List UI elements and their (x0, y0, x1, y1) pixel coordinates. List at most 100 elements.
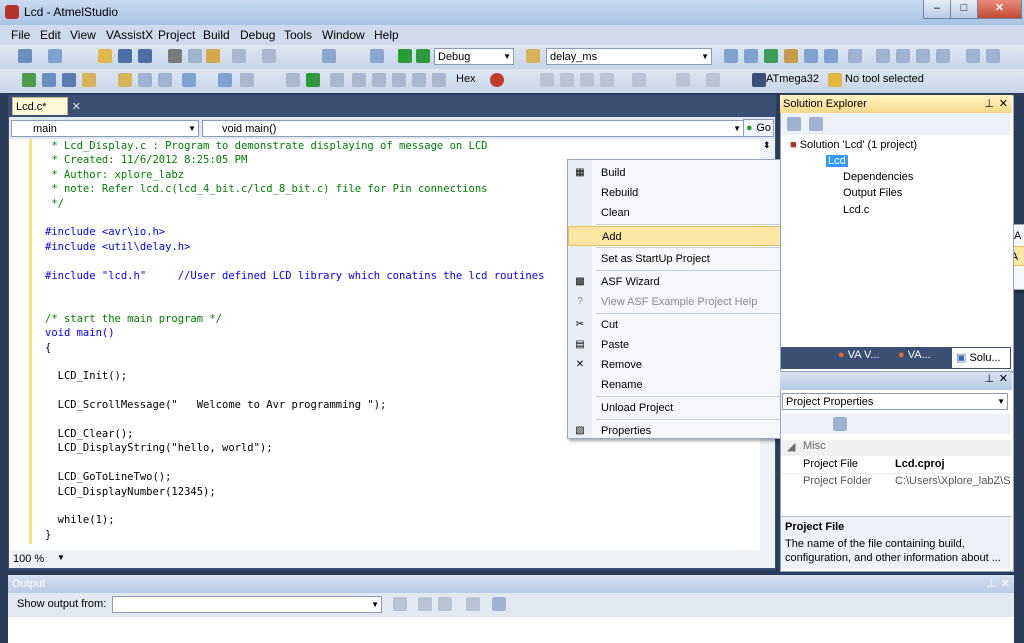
solution-node[interactable]: ■ Solution 'Lcd' (1 project) (790, 139, 917, 151)
close-panel-icon[interactable]: ✕ (999, 372, 1008, 385)
tab-solution-explorer[interactable]: ▣ Solu... (952, 348, 1010, 368)
menu-tools[interactable]: Tools (284, 28, 312, 42)
continue-icon[interactable] (306, 73, 320, 87)
close-button[interactable]: ✕ (977, 0, 1022, 19)
show-next-statement-icon[interactable] (330, 73, 344, 87)
pin-icon[interactable]: ⊥ (984, 95, 994, 113)
breakpoint-icon[interactable] (490, 73, 504, 87)
run-to-cursor-icon[interactable] (412, 73, 426, 87)
find-in-files-icon[interactable] (526, 49, 540, 63)
properties-window-icon[interactable] (744, 49, 758, 63)
processor-view-icon[interactable] (632, 73, 646, 87)
show-all-files-icon[interactable] (809, 117, 823, 131)
open-file-icon[interactable] (82, 73, 96, 87)
horizontal-scrollbar[interactable]: 100 % ▼ (9, 550, 775, 568)
pin-icon[interactable]: ⊥ (984, 372, 994, 385)
hex-toggle[interactable]: Hex (456, 73, 476, 85)
pause-icon[interactable] (286, 73, 300, 87)
object-browser-icon[interactable] (764, 49, 778, 63)
close-panel-icon[interactable]: ✕ (999, 95, 1008, 113)
registers-icon[interactable] (580, 73, 594, 87)
project-node[interactable]: Lcd (826, 155, 848, 167)
new-project-icon[interactable] (18, 49, 32, 63)
add-item-icon[interactable] (48, 49, 62, 63)
window-layout-icon[interactable] (966, 49, 980, 63)
close-tab-icon[interactable]: ✕ (72, 98, 81, 116)
go-button[interactable]: ● Go (743, 119, 774, 137)
tab-va-view[interactable]: ● VA V... (838, 349, 880, 361)
tool-icon[interactable] (828, 73, 842, 87)
refactor-icon[interactable] (182, 73, 196, 87)
minimize-button[interactable]: – (923, 0, 951, 19)
tab-lcd-c[interactable]: Lcd.c* ✕ (12, 97, 81, 115)
copy-icon[interactable] (188, 49, 202, 63)
tree-item-dependencies[interactable]: Dependencies (843, 171, 913, 183)
command-window-icon[interactable] (824, 49, 838, 63)
pin-icon[interactable]: ⊥ (986, 575, 996, 593)
find-icon[interactable] (370, 49, 384, 63)
menu-window[interactable]: Window (322, 28, 365, 42)
toolbox-icon[interactable] (784, 49, 798, 63)
lock-icon[interactable] (118, 73, 132, 87)
device-label[interactable]: ATmega32 (766, 73, 819, 85)
chevron-down-icon[interactable]: ▼ (57, 553, 65, 562)
paste-icon[interactable] (206, 49, 220, 63)
open-icon[interactable] (98, 49, 112, 63)
stop-icon[interactable] (240, 73, 254, 87)
menu-debug[interactable]: Debug (240, 28, 275, 42)
redo-icon[interactable] (262, 49, 276, 63)
function-select[interactable]: void main() ▼ (202, 120, 744, 137)
step-icon[interactable] (218, 73, 232, 87)
tree-item-lcd-c[interactable]: Lcd.c (843, 204, 869, 216)
property-pages-icon[interactable] (833, 417, 847, 431)
previous-message-icon[interactable] (418, 597, 432, 611)
outdent-icon[interactable] (896, 49, 910, 63)
comment-icon[interactable] (916, 49, 930, 63)
step-out-icon[interactable] (392, 73, 406, 87)
spell-check-icon[interactable] (158, 73, 172, 87)
device-programming-icon[interactable] (986, 49, 1000, 63)
go-to-message-icon[interactable] (393, 597, 407, 611)
save-all-icon[interactable] (138, 49, 152, 63)
collapse-icon[interactable]: ◢ (787, 440, 795, 453)
zoom-select[interactable]: 100 % (13, 553, 44, 565)
tree-item-output-files[interactable]: Output Files (843, 187, 902, 199)
property-row[interactable]: Project File Lcd.cproj (781, 457, 1011, 474)
property-row[interactable]: Project Folder C:\Users\Xplore_labZ\Sa (781, 474, 1011, 490)
menu-vassistx[interactable]: VAssistX (106, 28, 153, 42)
menu-file[interactable]: File (11, 28, 30, 42)
start-without-debugging-icon[interactable] (416, 49, 430, 63)
properties-object-select[interactable]: Project Properties ▼ (782, 393, 1008, 410)
find-symbol-icon[interactable] (62, 73, 76, 87)
checklist-icon[interactable] (22, 73, 36, 87)
step-into-icon[interactable] (352, 73, 366, 87)
navigate-back-icon[interactable] (322, 49, 336, 63)
tab-va-outline[interactable]: ● VA... (898, 349, 931, 361)
menu-project[interactable]: Project (158, 28, 195, 42)
start-debugging-icon[interactable] (398, 49, 412, 63)
find-combo[interactable]: delay_ms ▼ (546, 48, 712, 65)
word-wrap-icon[interactable] (492, 597, 506, 611)
cut-icon[interactable] (168, 49, 182, 63)
output-source-select[interactable]: ▼ (112, 596, 382, 613)
memory-window-icon[interactable] (540, 73, 554, 87)
disassembly-icon[interactable] (676, 73, 690, 87)
menu-build[interactable]: Build (203, 28, 230, 42)
output-text-area[interactable] (8, 617, 1014, 643)
scope-select[interactable]: main ▼ (11, 120, 199, 137)
bookmark-icon[interactable] (42, 73, 56, 87)
close-panel-icon[interactable]: ✕ (1001, 575, 1010, 593)
extension-manager-icon[interactable] (804, 49, 818, 63)
start-page-icon[interactable] (848, 49, 862, 63)
uncomment-icon[interactable] (936, 49, 950, 63)
step-over-icon[interactable] (372, 73, 386, 87)
tool-label[interactable]: No tool selected (845, 73, 924, 85)
chip-icon[interactable] (752, 73, 766, 87)
menu-help[interactable]: Help (374, 28, 399, 42)
maximize-button[interactable]: □ (950, 0, 978, 19)
indent-icon[interactable] (876, 49, 890, 63)
split-icon[interactable]: ⬍ (763, 140, 771, 151)
solution-explorer-icon[interactable] (724, 49, 738, 63)
code-icon[interactable] (138, 73, 152, 87)
undo-icon[interactable] (232, 49, 246, 63)
